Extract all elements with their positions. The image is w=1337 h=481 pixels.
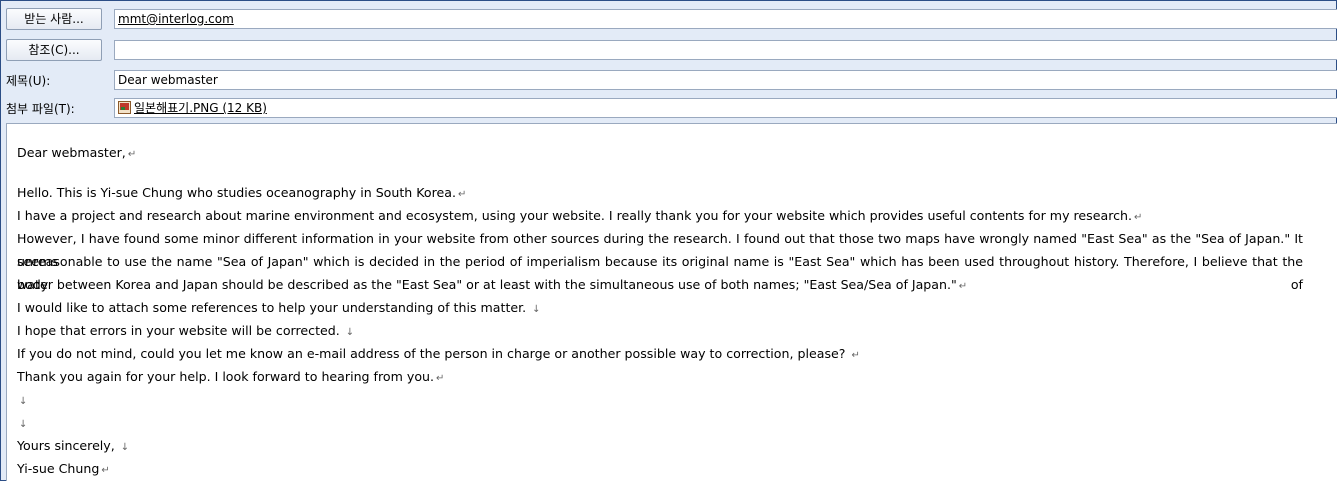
greeting-line: Dear webmaster, ↵ — [17, 145, 137, 160]
cc-field[interactable] — [114, 40, 1337, 60]
body-line: I hope that errors in your website will … — [17, 323, 355, 338]
to-recipient[interactable]: mmt@interlog.com — [118, 12, 234, 26]
body-line: If you do not mind, could you let me kno… — [17, 346, 860, 361]
closing-line: Yours sincerely, ↓ — [17, 438, 130, 453]
body-line: Thank you again for your help. I look fo… — [17, 369, 445, 384]
subject-label: 제목(U): — [6, 74, 51, 88]
attachment-name[interactable]: 일본해표기.PNG (12 KB) — [134, 101, 267, 115]
cc-button[interactable]: 참조(C)... — [6, 39, 102, 61]
body-line: I would like to attach some references t… — [17, 300, 541, 315]
message-body[interactable]: Dear webmaster, ↵ Hello. This is Yi-sue C… — [6, 123, 1337, 481]
body-line: Hello. This is Yi-sue Chung who studies … — [17, 185, 467, 200]
empty-line: ↓ — [19, 419, 28, 430]
image-file-icon — [118, 101, 131, 114]
to-button[interactable]: 받는 사람... — [6, 8, 102, 30]
subject-field[interactable]: Dear webmaster — [114, 70, 1337, 90]
to-field[interactable]: mmt@interlog.com — [114, 9, 1337, 29]
attachment-label: 첨부 파일(T): — [6, 102, 75, 116]
empty-line: ↓ — [19, 396, 28, 407]
signature-line: Yi-sue Chung ↵ — [17, 461, 110, 476]
body-line: water between Korea and Japan should be … — [17, 277, 968, 292]
attachment-field[interactable]: 일본해표기.PNG (12 KB) — [114, 98, 1337, 118]
body-line: I have a project and research about mari… — [17, 208, 1143, 223]
